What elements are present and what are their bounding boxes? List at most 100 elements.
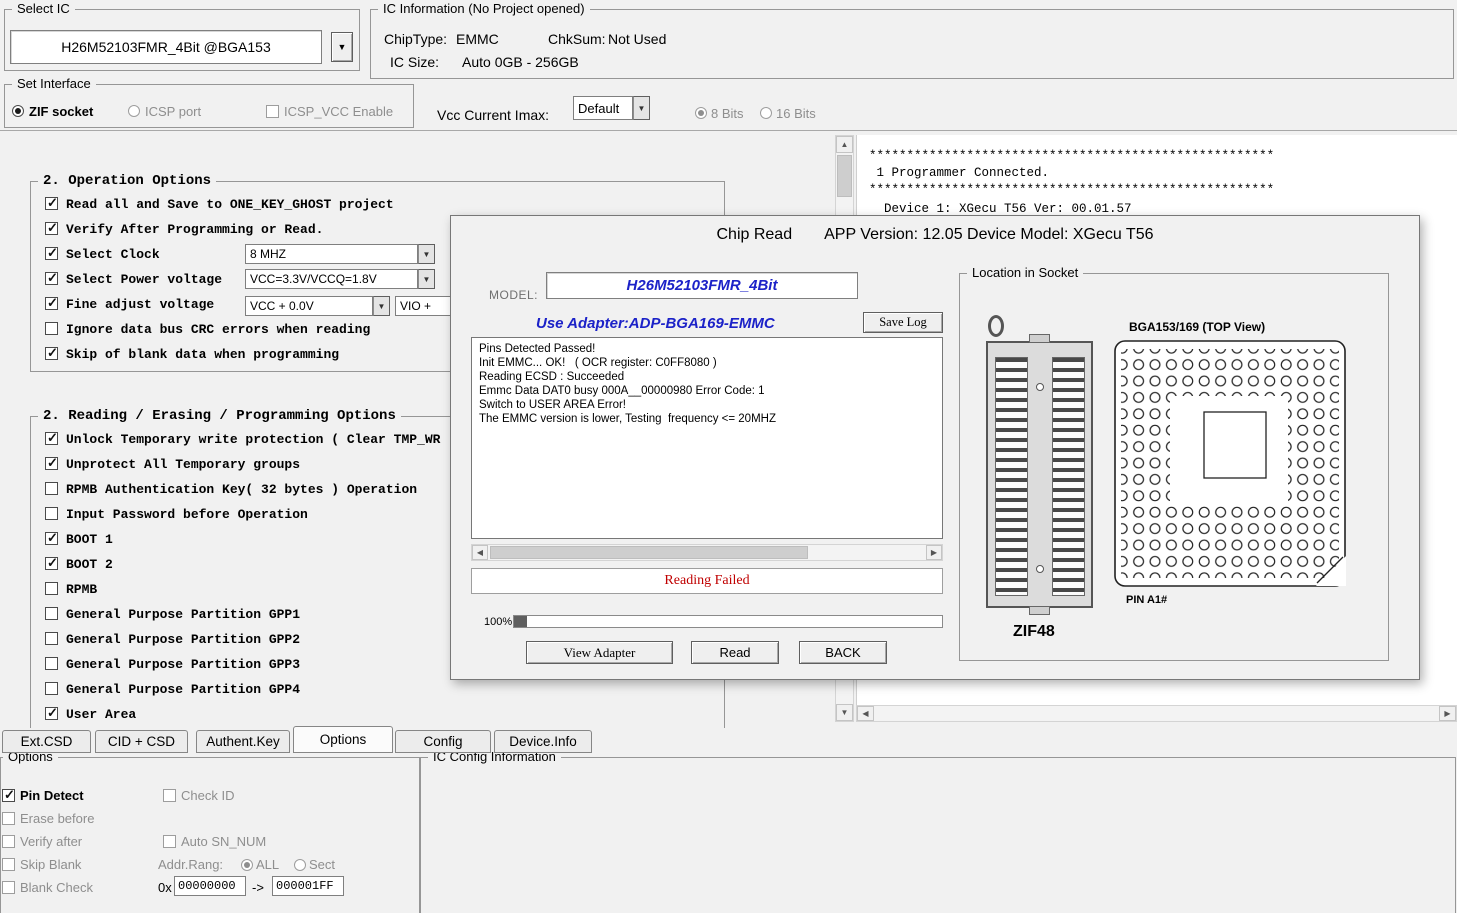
status-box: Reading Failed — [471, 568, 943, 594]
back-label: BACK — [825, 645, 860, 660]
tab-label: Options — [320, 732, 367, 747]
rpmb-auth-key-checkbox[interactable] — [45, 482, 58, 495]
chksum-label: ChkSum: — [548, 31, 606, 47]
scrollbar-thumb[interactable] — [490, 546, 808, 559]
gpp1-checkbox[interactable] — [45, 607, 58, 620]
auto-sn-label: Auto SN_NUM — [181, 834, 266, 849]
dropdown-icon[interactable]: ▼ — [633, 96, 650, 120]
fine-vcc-select[interactable]: VCC + 0.0V ▼ — [245, 296, 390, 316]
model-label: MODEL: — [489, 288, 538, 302]
clock-select[interactable]: 8 MHZ ▼ — [245, 244, 435, 264]
tab-label: Device.Info — [509, 734, 577, 749]
scroll-right-icon[interactable]: ▶ — [926, 545, 942, 560]
scroll-up-icon[interactable]: ▲ — [836, 136, 853, 153]
dropdown-icon[interactable]: ▼ — [373, 296, 390, 316]
read-label: Read — [719, 645, 750, 660]
gpp3-label: General Purpose Partition GPP3 — [66, 657, 300, 672]
unprotect-tmp-checkbox[interactable] — [45, 457, 58, 470]
zif-socket-icon — [986, 341, 1093, 608]
bits8-radio[interactable] — [695, 107, 707, 119]
select-clock-checkbox[interactable] — [45, 247, 58, 260]
user-area-checkbox[interactable] — [45, 707, 58, 720]
vcc-imax-select[interactable]: Default ▼ — [573, 96, 650, 120]
input-password-checkbox[interactable] — [45, 507, 58, 520]
boot1-checkbox[interactable] — [45, 532, 58, 545]
chip-type-value: EMMC — [456, 31, 499, 47]
scroll-right-icon[interactable]: ▶ — [1439, 706, 1456, 721]
scrollbar-thumb[interactable] — [837, 155, 852, 197]
read-button[interactable]: Read — [691, 641, 779, 664]
addr-all-label: ALL — [256, 857, 279, 872]
icsp-vcc-checkbox[interactable] — [266, 105, 279, 118]
header-divider — [0, 130, 1457, 131]
ic-select-dropdown-button[interactable]: ▼ — [331, 32, 353, 62]
read-all-ghost-checkbox[interactable] — [45, 197, 58, 210]
icsp-port-radio[interactable] — [128, 105, 140, 117]
gpp2-checkbox[interactable] — [45, 632, 58, 645]
save-log-button[interactable]: Save Log — [863, 312, 943, 333]
dialog-log-box[interactable]: Pins Detected Passed! Init EMMC... OK! (… — [471, 337, 943, 539]
zif-top-tab — [1029, 334, 1050, 343]
unlock-tmp-wp-checkbox[interactable] — [45, 432, 58, 445]
pin-detect-checkbox[interactable] — [2, 789, 15, 802]
skip-blank-checkbox[interactable] — [2, 858, 15, 871]
zif-pin-column-left — [995, 357, 1028, 596]
log-horizontal-scrollbar[interactable]: ◀ ▶ — [856, 705, 1457, 722]
gpp3-checkbox[interactable] — [45, 657, 58, 670]
log-line: 1 Programmer Connected. — [869, 166, 1049, 180]
tab-options[interactable]: Options — [293, 726, 393, 753]
addr-from-input[interactable] — [174, 876, 246, 896]
erase-before-checkbox[interactable] — [2, 812, 15, 825]
tab-ext-csd[interactable]: Ext.CSD — [2, 730, 91, 753]
power-voltage-value: VCC=3.3V/VCCQ=1.8V — [245, 269, 418, 289]
blank-check-checkbox[interactable] — [2, 881, 15, 894]
fine-adjust-checkbox[interactable] — [45, 297, 58, 310]
bga-diagram-icon — [1114, 340, 1346, 592]
power-voltage-checkbox[interactable] — [45, 272, 58, 285]
ic-select-combobox[interactable]: H26M52103FMR_4Bit @BGA153 — [10, 30, 322, 64]
zif-pin-column-right — [1052, 357, 1085, 596]
verify-after-bottom-label: Verify after — [20, 834, 82, 849]
rpmb-checkbox[interactable] — [45, 582, 58, 595]
scroll-left-icon[interactable]: ◀ — [857, 706, 874, 721]
tab-device-info[interactable]: Device.Info — [494, 730, 592, 753]
verify-after-bottom-checkbox[interactable] — [2, 835, 15, 848]
gpp4-checkbox[interactable] — [45, 682, 58, 695]
select-ic-group-title: Select IC — [12, 1, 75, 16]
addr-sect-radio[interactable] — [294, 859, 306, 871]
tab-authent-key[interactable]: Authent.Key — [196, 730, 290, 753]
scroll-left-icon[interactable]: ◀ — [472, 545, 488, 560]
ic-info-group-title: IC Information (No Project opened) — [378, 1, 590, 16]
vcc-imax-label: Vcc Current Imax: — [437, 107, 549, 123]
addr-to-input[interactable] — [272, 876, 344, 896]
verify-after-label: Verify After Programming or Read. — [66, 222, 323, 237]
ic-select-value: H26M52103FMR_4Bit @BGA153 — [61, 39, 271, 55]
power-voltage-select[interactable]: VCC=3.3V/VCCQ=1.8V ▼ — [245, 269, 435, 289]
boot2-checkbox[interactable] — [45, 557, 58, 570]
tab-config[interactable]: Config — [395, 730, 491, 753]
skip-blank-data-checkbox[interactable] — [45, 347, 58, 360]
auto-sn-checkbox[interactable] — [163, 835, 176, 848]
location-socket-title: Location in Socket — [967, 265, 1083, 280]
chip-read-dialog: Chip Read APP Version: 12.05 Device Mode… — [450, 215, 1420, 680]
tab-cid-csd[interactable]: CID + CSD — [95, 730, 188, 753]
view-adapter-button[interactable]: View Adapter — [526, 641, 673, 664]
progress-bar — [513, 615, 943, 628]
bits16-radio[interactable] — [760, 107, 772, 119]
dialog-log-line: The EMMC version is lower, Testing frequ… — [479, 413, 776, 425]
erase-before-label: Erase before — [20, 811, 94, 826]
check-id-checkbox[interactable] — [163, 789, 176, 802]
dialog-horizontal-scrollbar[interactable]: ◀ ▶ — [471, 544, 943, 561]
ignore-crc-checkbox[interactable] — [45, 322, 58, 335]
progress-label: 100% — [484, 616, 512, 628]
verify-after-checkbox[interactable] — [45, 222, 58, 235]
read-all-ghost-label: Read all and Save to ONE_KEY_GHOST proje… — [66, 197, 394, 212]
zif-socket-radio[interactable] — [12, 105, 24, 117]
back-button[interactable]: BACK — [799, 641, 887, 664]
addr-all-radio[interactable] — [241, 859, 253, 871]
dropdown-icon[interactable]: ▼ — [418, 269, 435, 289]
scroll-down-icon[interactable]: ▼ — [836, 704, 853, 721]
addr-rang-label: Addr.Rang: — [158, 857, 223, 872]
tab-label: Ext.CSD — [21, 734, 73, 749]
dropdown-icon[interactable]: ▼ — [418, 244, 435, 264]
